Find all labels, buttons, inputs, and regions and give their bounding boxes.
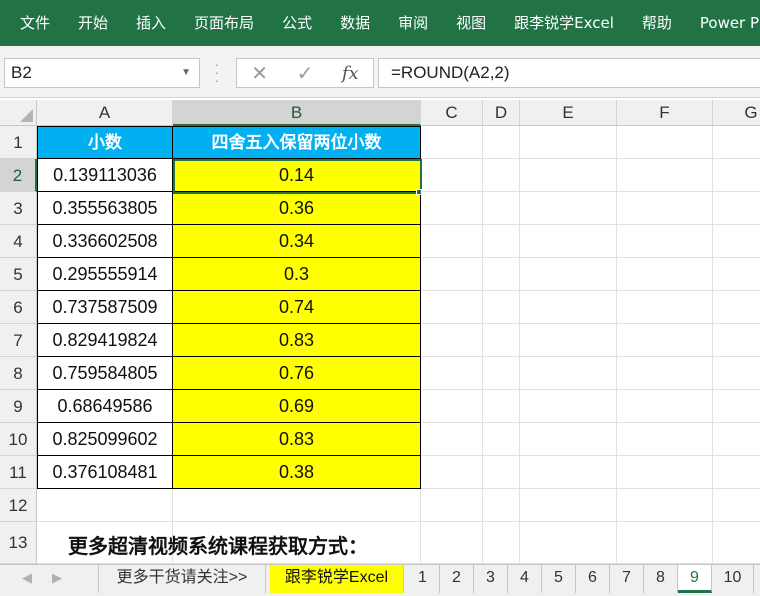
column-header[interactable]: A xyxy=(37,100,173,126)
rounded-cell[interactable]: 0.36 xyxy=(173,192,421,225)
ribbon-tab-help[interactable]: 帮助 xyxy=(628,0,686,46)
formula-buttons: ✕ ✓ fx xyxy=(236,58,374,88)
course-note: 更多超清视频系统课程获取方式： xyxy=(68,534,368,558)
ribbon-tab-custom[interactable]: 跟李锐学Excel xyxy=(500,0,628,46)
sheet-tab-follow[interactable]: 更多干货请关注>> xyxy=(98,565,266,593)
sheet-tab-3[interactable]: 3 xyxy=(474,565,508,593)
sheet-tab-bar: ◀ ▶ 更多干货请关注>> 跟李锐学Excel 1 2 3 4 5 6 7 8 … xyxy=(0,564,760,596)
row-header[interactable]: 8 xyxy=(0,357,37,390)
decimal-cell[interactable]: 0.295555914 xyxy=(37,258,173,291)
sheet-tab-brand[interactable]: 跟李锐学Excel xyxy=(270,565,404,593)
row-header[interactable]: 1 xyxy=(0,126,37,159)
rounded-cell[interactable]: 0.3 xyxy=(173,258,421,291)
scroll-left-icon[interactable]: ◀ xyxy=(22,570,32,586)
ribbon-tab-page-layout[interactable]: 页面布局 xyxy=(180,0,268,46)
row-header[interactable]: 13 xyxy=(0,522,37,564)
name-box-value: B2 xyxy=(11,63,32,82)
decimal-cell[interactable]: 0.759584805 xyxy=(37,357,173,390)
sheet-tab-10[interactable]: 10 xyxy=(712,565,754,593)
column-header[interactable]: C xyxy=(421,100,483,126)
formula-input[interactable]: =ROUND(A2,2) xyxy=(378,58,760,88)
rounded-cell[interactable]: 0.69 xyxy=(173,390,421,423)
active-cell-border xyxy=(173,159,422,194)
chevron-down-icon[interactable]: ▼ xyxy=(181,59,191,87)
fill-handle[interactable] xyxy=(416,189,422,195)
sheet-tab-4[interactable]: 4 xyxy=(508,565,542,593)
select-all-button[interactable] xyxy=(0,100,37,126)
row-header[interactable]: 12 xyxy=(0,489,37,522)
column-header[interactable]: G xyxy=(713,100,760,126)
row-header[interactable]: 3 xyxy=(0,192,37,225)
row-header[interactable]: 5 xyxy=(0,258,37,291)
ribbon-tab-review[interactable]: 审阅 xyxy=(384,0,442,46)
ribbon-tab-power-pivot[interactable]: Power Pivot xyxy=(686,0,760,46)
ribbon-tab-insert[interactable]: 插入 xyxy=(122,0,180,46)
ribbon-tab-file[interactable]: 文件 xyxy=(0,0,64,46)
sheet-tab-6[interactable]: 6 xyxy=(576,565,610,593)
sheet-tab-1[interactable]: 1 xyxy=(406,565,440,593)
decimal-cell[interactable]: 0.139113036 xyxy=(37,159,173,192)
column-header[interactable]: D xyxy=(483,100,520,126)
decimal-cell[interactable]: 0.737587509 xyxy=(37,291,173,324)
drag-handle-icon[interactable]: · · · xyxy=(214,57,220,87)
column-header[interactable]: B xyxy=(173,100,421,126)
rounded-cell[interactable]: 0.76 xyxy=(173,357,421,390)
decimal-cell[interactable]: 0.825099602 xyxy=(37,423,173,456)
header-cell-decimal[interactable]: 小数 xyxy=(37,126,173,159)
column-header[interactable]: E xyxy=(520,100,617,126)
cancel-icon[interactable]: ✕ xyxy=(251,61,268,85)
ribbon-tab-view[interactable]: 视图 xyxy=(442,0,500,46)
row-header[interactable]: 10 xyxy=(0,423,37,456)
rounded-cell[interactable]: 0.34 xyxy=(173,225,421,258)
enter-icon[interactable]: ✓ xyxy=(297,61,314,85)
formula-bar: B2 ▼ · · · ✕ ✓ fx =ROUND(A2,2) xyxy=(0,46,760,98)
decimal-cell[interactable]: 0.336602508 xyxy=(37,225,173,258)
row-header[interactable]: 7 xyxy=(0,324,37,357)
gridline xyxy=(37,521,760,522)
rounded-cell[interactable]: 0.83 xyxy=(173,324,421,357)
row-header[interactable]: 11 xyxy=(0,456,37,489)
header-cell-rounded[interactable]: 四舍五入保留两位小数 xyxy=(173,126,421,159)
ribbon-tab-home[interactable]: 开始 xyxy=(64,0,122,46)
decimal-cell[interactable]: 0.355563805 xyxy=(37,192,173,225)
rounded-cell[interactable]: 0.74 xyxy=(173,291,421,324)
name-box[interactable]: B2 ▼ xyxy=(4,58,200,88)
ribbon-tab-data[interactable]: 数据 xyxy=(326,0,384,46)
sheet-tab-8[interactable]: 8 xyxy=(644,565,678,593)
insert-function-icon[interactable]: fx xyxy=(342,63,359,84)
column-header[interactable]: F xyxy=(617,100,713,126)
sheet-tab-5[interactable]: 5 xyxy=(542,565,576,593)
sheet-tab-2[interactable]: 2 xyxy=(440,565,474,593)
row-header[interactable]: 9 xyxy=(0,390,37,423)
worksheet-grid[interactable]: ABCDEFG 1 2 3 4 5 6 7 8 9 10 11 12 13 小数 四舍五入保留两位小数 0.… xyxy=(0,100,760,564)
row-header[interactable]: 6 xyxy=(0,291,37,324)
decimal-cell[interactable]: 0.376108481 xyxy=(37,456,173,489)
rounded-cell[interactable]: 0.38 xyxy=(173,456,421,489)
row-header[interactable]: 4 xyxy=(0,225,37,258)
ribbon-tab-formulas[interactable]: 公式 xyxy=(268,0,326,46)
decimal-cell[interactable]: 0.68649586 xyxy=(37,390,173,423)
sheet-tab-9[interactable]: 9 xyxy=(678,565,712,593)
ribbon-tabs: 文件 开始 插入 页面布局 公式 数据 审阅 视图 跟李锐学Excel 帮助 P… xyxy=(0,0,760,46)
scroll-right-icon[interactable]: ▶ xyxy=(52,570,62,586)
decimal-cell[interactable]: 0.829419824 xyxy=(37,324,173,357)
sheet-tab-7[interactable]: 7 xyxy=(610,565,644,593)
rounded-cell[interactable]: 0.83 xyxy=(173,423,421,456)
row-header[interactable]: 2 xyxy=(0,159,37,192)
